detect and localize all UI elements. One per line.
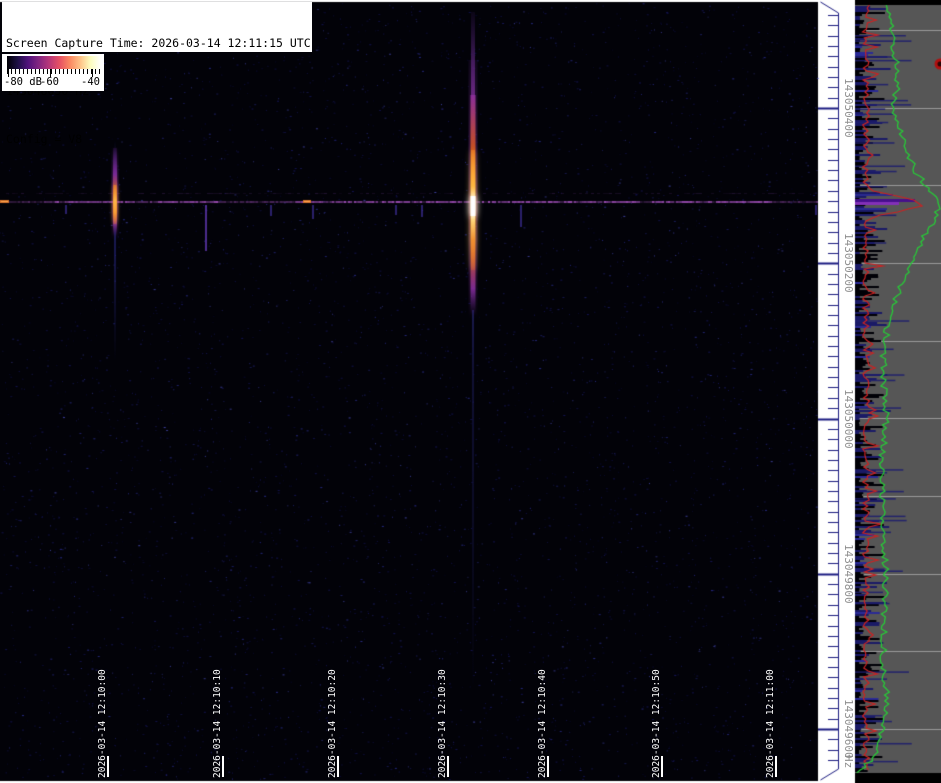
color-gradient-bar xyxy=(7,56,101,69)
frequency-axis-label: 143050200 xyxy=(842,233,855,293)
time-axis-tick xyxy=(447,756,449,777)
scale-label-40db: -40 xyxy=(81,76,100,88)
time-axis-tick xyxy=(337,756,339,777)
time-axis-tick xyxy=(222,756,224,777)
scale-labels: -80 dB -60 -40 xyxy=(2,76,104,90)
scale-label-60db: -60 xyxy=(40,76,59,88)
frequency-axis-label: 143049600 xyxy=(842,699,855,759)
frequency-axis-label: 143050400 xyxy=(842,78,855,138)
frequency-axis-label: 143050000 xyxy=(842,389,855,449)
frequency-axis-label: 143049800 xyxy=(842,544,855,604)
time-axis-tick xyxy=(775,756,777,777)
capture-info-box: Screen Capture Time: 2026-03-14 12:11:15… xyxy=(2,2,312,52)
config-text: Config = V8 xyxy=(6,131,312,147)
capture-time-text: Screen Capture Time: 2026-03-14 12:11:15… xyxy=(6,35,312,51)
freq-unit-label: Hz xyxy=(842,755,855,768)
time-axis-tick xyxy=(661,756,663,777)
scale-label-80db: -80 dB xyxy=(4,76,42,88)
spectrogram-app-window: Screen Capture Time: 2026-03-14 12:11:15… xyxy=(0,0,941,783)
time-axis-tick xyxy=(107,756,109,777)
scale-minor-ticks xyxy=(7,69,102,74)
time-axis-tick xyxy=(547,756,549,777)
color-scale-legend: -80 dB -60 -40 xyxy=(2,54,104,91)
